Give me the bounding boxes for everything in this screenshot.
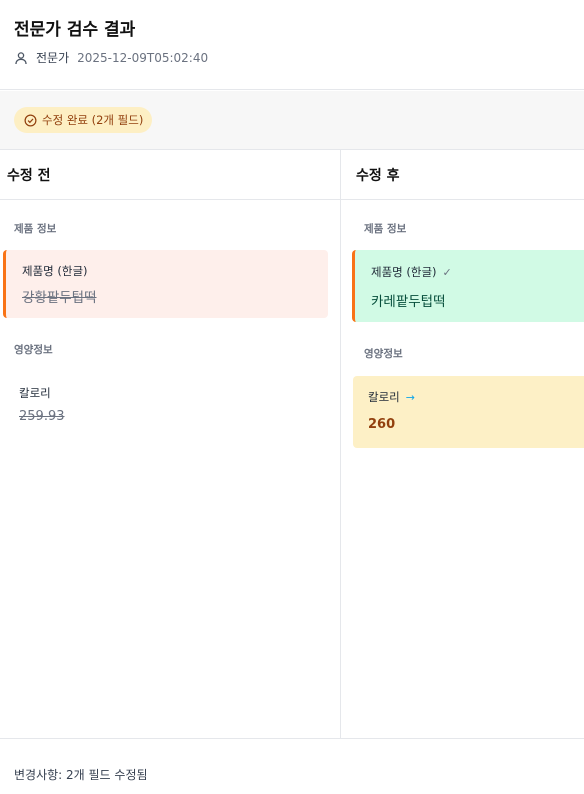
status-badge: 수정 완료 (2개 필드) xyxy=(14,107,153,133)
status-badge-label: 수정 완료 (2개 필드) xyxy=(42,113,144,127)
new-value: 카레팥두텁떡 xyxy=(371,294,446,310)
check-icon: ✓ xyxy=(442,265,452,279)
reviewer-name: 전문가 xyxy=(36,51,70,65)
arrow-right-icon: → xyxy=(405,390,415,404)
field-name-row: 제품명 (한글) ✓ xyxy=(371,264,452,280)
change-summary-footer: 변경사항: 2개 필드 수정됨 xyxy=(0,738,584,794)
after-heading: 수정 후 xyxy=(341,150,584,200)
change-summary: 변경사항: 2개 필드 수정됨 xyxy=(14,768,148,782)
review-timestamp: 2025-12-09T05:02:40 xyxy=(77,50,209,65)
before-calorie-card: 칼로리 259.93 xyxy=(3,375,328,435)
field-name: 칼로리 xyxy=(368,390,400,404)
section-label-product-info: 제품 정보 xyxy=(14,223,57,235)
before-product-name-card: 제품명 (한글) 강황팥두텁떡 xyxy=(3,250,328,318)
after-column: 수정 후 제품 정보 제품명 (한글) ✓ 카레팥두텁떡 영양정보 칼로리 → … xyxy=(341,150,584,738)
section-label-nutrition: 영양정보 xyxy=(14,344,53,356)
before-column: 수정 전 제품 정보 제품명 (한글) 강황팥두텁떡 영양정보 칼로리 259.… xyxy=(0,150,341,738)
field-name-row: 칼로리 → xyxy=(368,389,415,405)
before-heading: 수정 전 xyxy=(0,150,340,200)
field-name: 칼로리 xyxy=(19,386,51,400)
after-product-name-card: 제품명 (한글) ✓ 카레팥두텁떡 xyxy=(352,250,584,322)
user-icon xyxy=(15,51,27,64)
field-name: 제품명 (한글) xyxy=(371,265,437,279)
page-title: 전문가 검수 결과 xyxy=(14,20,136,40)
field-name: 제품명 (한글) xyxy=(22,264,88,278)
after-calorie-card: 칼로리 → 260 xyxy=(353,376,584,448)
check-circle-icon xyxy=(24,114,37,126)
old-value: 259.93 xyxy=(19,409,65,424)
old-value: 강황팥두텁떡 xyxy=(22,290,97,306)
review-header: 전문가 검수 결과 전문가 2025-12-09T05:02:40 xyxy=(0,0,584,90)
status-bar: 수정 완료 (2개 필드) xyxy=(0,91,584,150)
new-value: 260 xyxy=(368,417,396,432)
review-meta: 전문가 2025-12-09T05:02:40 xyxy=(14,49,208,66)
section-label-nutrition: 영양정보 xyxy=(364,348,403,360)
section-label-product-info: 제품 정보 xyxy=(364,223,407,235)
